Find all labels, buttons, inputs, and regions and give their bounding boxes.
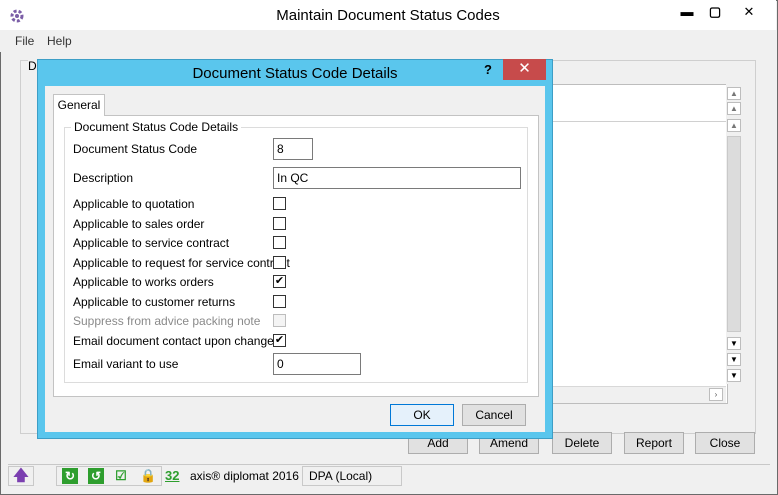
database-name: DPA (Local) xyxy=(309,469,373,483)
help-button[interactable]: ? xyxy=(473,59,503,80)
menu-help[interactable]: Help xyxy=(47,33,72,49)
request-service-contract-checkbox[interactable] xyxy=(273,256,286,269)
scroll-bottom-icon[interactable]: ▼ xyxy=(727,369,741,382)
tab-general[interactable]: General xyxy=(53,94,105,116)
grid-header xyxy=(552,106,726,122)
checkmark-icon: ✔ xyxy=(274,334,285,346)
description-label: Description xyxy=(73,171,134,185)
checkmark-icon: ✔ xyxy=(274,275,285,287)
status-count: 32 xyxy=(165,468,180,483)
status-code-label: Document Status Code xyxy=(73,142,198,156)
scroll-page-down-icon[interactable]: ▼ xyxy=(727,353,741,366)
scroll-down-icon[interactable]: ▼ xyxy=(727,337,741,350)
request-service-contract-label: Applicable to request for service contra… xyxy=(73,256,290,270)
service-contract-label: Applicable to service contract xyxy=(73,236,230,250)
email-variant-field[interactable]: 0 xyxy=(273,353,361,375)
customer-returns-checkbox[interactable] xyxy=(273,295,286,308)
dialog-close-button[interactable]: ✕ xyxy=(503,59,546,80)
cancel-button[interactable]: Cancel xyxy=(462,404,526,426)
status-codes-grid[interactable] xyxy=(551,84,728,404)
lock-icon[interactable]: 🔒 xyxy=(140,468,156,484)
up-arrow-icon[interactable]: 🡅 xyxy=(13,468,29,484)
status-code-field[interactable]: 8 xyxy=(273,138,313,160)
ok-button[interactable]: OK xyxy=(390,404,454,426)
main-close-button[interactable]: Close xyxy=(695,432,755,454)
minimize-button[interactable]: ▬ xyxy=(672,2,702,22)
quotation-label: Applicable to quotation xyxy=(73,197,195,211)
works-orders-checkbox[interactable]: ✔ xyxy=(273,275,286,288)
menu-bar xyxy=(0,30,776,52)
details-group-title: Document Status Code Details xyxy=(71,119,242,135)
horizontal-scrollbar[interactable] xyxy=(552,386,726,403)
menu-file[interactable]: File xyxy=(15,33,34,49)
product-name: axis® diplomat 2016 xyxy=(190,469,299,483)
delete-button[interactable]: Delete xyxy=(552,432,612,454)
app-gear-icon xyxy=(8,6,26,24)
scroll-up-icon[interactable]: ▲ xyxy=(727,87,741,100)
scrollbar-thumb[interactable] xyxy=(727,136,741,332)
sales-order-checkbox[interactable] xyxy=(273,217,286,230)
email-contact-checkbox[interactable]: ✔ xyxy=(273,334,286,347)
reload-icon[interactable]: ↺ xyxy=(88,468,104,484)
scroll-page-up-icon[interactable]: ▲ xyxy=(727,102,741,115)
customer-returns-label: Applicable to customer returns xyxy=(73,295,236,309)
service-contract-checkbox[interactable] xyxy=(273,236,286,249)
checklist-icon[interactable]: ☑ xyxy=(113,468,129,484)
close-button[interactable]: ✕ xyxy=(734,2,764,22)
suppress-packing-note-checkbox xyxy=(273,314,286,327)
suppress-packing-note-label: Suppress from advice packing note xyxy=(73,314,261,328)
email-variant-label: Email variant to use xyxy=(73,357,179,371)
refresh-icon[interactable]: ↻ xyxy=(62,468,78,484)
main-window-title: Maintain Document Status Codes xyxy=(276,7,500,24)
description-field[interactable]: In QC xyxy=(273,167,521,189)
scroll-right-icon[interactable]: › xyxy=(709,388,723,401)
quotation-checkbox[interactable] xyxy=(273,197,286,210)
maximize-button[interactable]: ▢ xyxy=(700,2,730,22)
email-contact-label: Email document contact upon change xyxy=(73,334,274,348)
works-orders-label: Applicable to works orders xyxy=(73,275,214,289)
report-button[interactable]: Report xyxy=(624,432,684,454)
sales-order-label: Applicable to sales order xyxy=(73,217,205,231)
scroll-top-icon[interactable]: ▲ xyxy=(727,119,741,132)
